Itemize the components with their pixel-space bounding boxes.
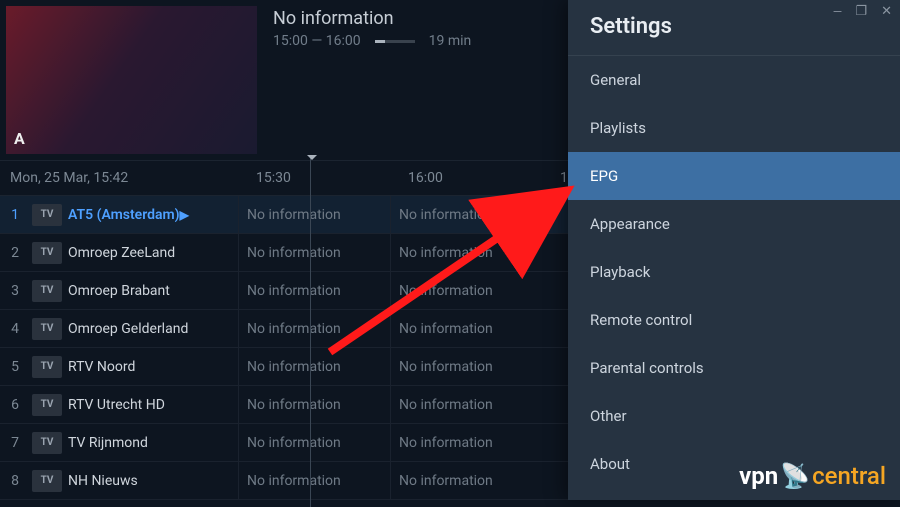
watermark-left: vpn	[739, 462, 778, 490]
epg-cell[interactable]: No information	[238, 272, 390, 309]
time-slot: 16:00	[400, 170, 552, 186]
play-icon: ▶	[180, 208, 189, 222]
antenna-icon: 📡	[780, 462, 810, 490]
progress-bar	[375, 40, 415, 43]
program-time-range: 15:00 — 16:00	[273, 33, 361, 49]
channel-number: 1	[0, 207, 30, 223]
epg-cell[interactable]: No information	[238, 462, 390, 499]
channel-number: 5	[0, 359, 30, 375]
epg-cell[interactable]: No information	[390, 310, 542, 347]
settings-item-general[interactable]: General	[568, 56, 900, 104]
channel-number: 4	[0, 321, 30, 337]
epg-cell[interactable]: No information	[390, 348, 542, 385]
channel-name: TV Rijnmond	[68, 435, 238, 451]
epg-cell[interactable]: No information	[390, 234, 542, 271]
settings-item-playlists[interactable]: Playlists	[568, 104, 900, 152]
tv-icon: TV	[32, 470, 62, 492]
epg-cell[interactable]: No information	[238, 234, 390, 271]
video-preview[interactable]	[6, 6, 257, 154]
settings-item-remote-control[interactable]: Remote control	[568, 296, 900, 344]
watermark: vpn📡central	[739, 462, 886, 490]
epg-cell[interactable]: No information	[390, 386, 542, 423]
channel-name: RTV Noord	[68, 359, 238, 375]
channel-name: Omroep Brabant	[68, 283, 238, 299]
epg-cell[interactable]: No information	[390, 196, 542, 233]
channel-name: AT5 (Amsterdam)▶	[68, 207, 238, 223]
epg-cell[interactable]: No information	[238, 386, 390, 423]
epg-cell[interactable]: No information	[390, 424, 542, 461]
settings-item-other[interactable]: Other	[568, 392, 900, 440]
tv-icon: TV	[32, 204, 62, 226]
window-maximize-button[interactable]: ❐	[855, 4, 867, 19]
epg-cell[interactable]: No information	[390, 462, 542, 499]
tv-icon: TV	[32, 432, 62, 454]
tv-icon: TV	[32, 356, 62, 378]
channel-number: 6	[0, 397, 30, 413]
program-elapsed: 19 min	[429, 33, 472, 49]
tv-icon: TV	[32, 280, 62, 302]
current-time-marker	[310, 155, 311, 507]
tv-icon: TV	[32, 242, 62, 264]
channel-number: 8	[0, 473, 30, 489]
window-minimize-button[interactable]: —	[834, 4, 842, 19]
time-slot: 15:30	[248, 170, 400, 186]
epg-cell[interactable]: No information	[238, 424, 390, 461]
channel-name: Omroep ZeeLand	[68, 245, 238, 261]
channel-number: 7	[0, 435, 30, 451]
channel-name: NH Nieuws	[68, 473, 238, 489]
window-close-button[interactable]: ✕	[881, 4, 892, 19]
tv-icon: TV	[32, 394, 62, 416]
channel-name: RTV Utrecht HD	[68, 397, 238, 413]
timeline-date: Mon, 25 Mar, 15:42	[0, 170, 248, 186]
epg-cell[interactable]: No information	[238, 348, 390, 385]
settings-item-appearance[interactable]: Appearance	[568, 200, 900, 248]
watermark-right: central	[812, 462, 886, 490]
epg-cell[interactable]: No information	[238, 196, 390, 233]
settings-item-playback[interactable]: Playback	[568, 248, 900, 296]
settings-item-epg[interactable]: EPG	[568, 152, 900, 200]
epg-cell[interactable]: No information	[390, 272, 542, 309]
settings-panel: Settings GeneralPlaylistsEPGAppearancePl…	[568, 0, 900, 500]
tv-icon: TV	[32, 318, 62, 340]
channel-number: 2	[0, 245, 30, 261]
channel-name: Omroep Gelderland	[68, 321, 238, 337]
channel-number: 3	[0, 283, 30, 299]
epg-cell[interactable]: No information	[238, 310, 390, 347]
settings-item-parental-controls[interactable]: Parental controls	[568, 344, 900, 392]
